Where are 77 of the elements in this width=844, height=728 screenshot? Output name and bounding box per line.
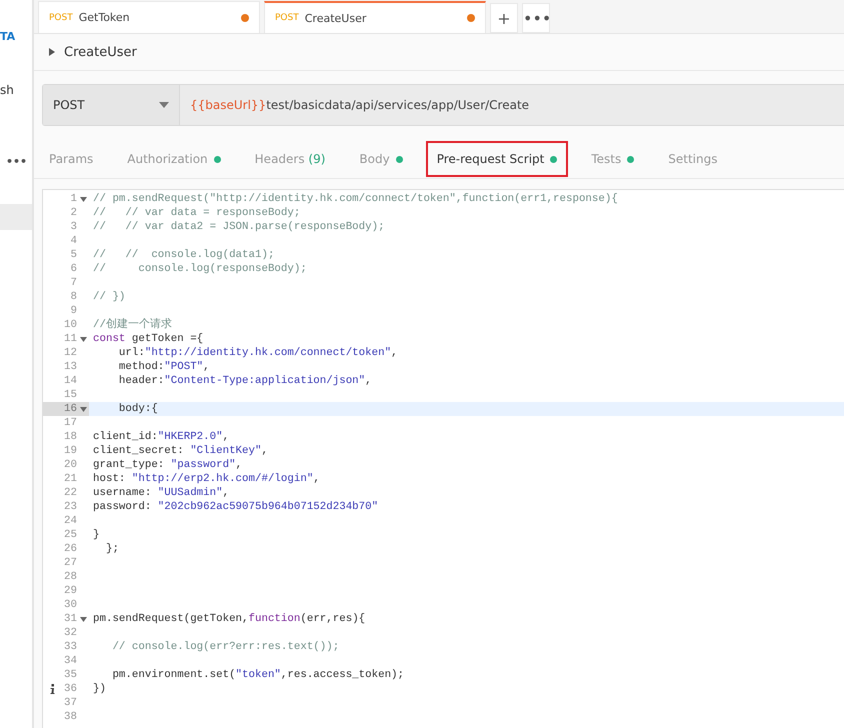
code-line: host: "http://erp2.hk.com/#/login", (93, 473, 320, 485)
line-number: 16 (64, 402, 77, 416)
code-line: }) (93, 683, 106, 695)
section-tab[interactable]: Pre-request Script (426, 141, 568, 177)
code-line: header:"Content-Type:application/json", (118, 375, 372, 387)
fold-icon[interactable] (80, 336, 86, 342)
sidebar-item[interactable]: sh (0, 83, 14, 97)
line-number: 18 (64, 430, 77, 444)
code-line: client_id:"HKERP2.0", (93, 431, 230, 443)
request-tab[interactable]: POST GetToken (38, 1, 260, 33)
line-number: 10 (64, 318, 77, 332)
code-line: grant_type: "password", (93, 459, 242, 471)
code-line: // // var data2 = JSON.parse(responseBody); (93, 221, 385, 233)
line-number: 37 (64, 696, 77, 710)
line-number: 9 (70, 304, 77, 318)
line-number: 32 (64, 626, 77, 640)
code-line: //创建一个请求 (93, 319, 172, 331)
code-line: url:"http://identity.hk.com/connect/token", (118, 347, 398, 359)
code-line: }; (104, 543, 119, 555)
line-number: 29 (64, 584, 77, 598)
code-line: // pm.sendRequest("http://identity.hk.com/connect/token",function(err1,response){ (93, 193, 618, 205)
line-number: 13 (64, 360, 77, 374)
line-number: 34 (64, 654, 77, 668)
code-line: body:{ (118, 403, 158, 415)
line-number: 3 (70, 220, 77, 234)
code-line: password: "202cb962ac59075b964b07152d234b70" (93, 501, 378, 513)
info-icon[interactable] (50, 684, 55, 694)
code-line: // // console.log(data1); (93, 249, 274, 261)
line-number: 31 (64, 612, 77, 626)
code-line: } (93, 529, 100, 541)
line-number: 15 (64, 388, 77, 402)
line-number: 33 (64, 640, 77, 654)
line-number: 26 (64, 542, 77, 556)
fold-icon[interactable] (80, 196, 86, 202)
code-line: const getToken ={ (93, 333, 204, 345)
line-number: 38 (64, 710, 77, 724)
line-number: 21 (64, 472, 77, 486)
line-number: 28 (64, 570, 77, 584)
code-line: // console.log(responseBody); (93, 263, 307, 275)
request-name: CreateUser (64, 44, 137, 60)
line-number: 22 (64, 486, 77, 500)
sidebar-item[interactable]: TA (0, 30, 16, 60)
code-line: client_secret: "ClientKey", (93, 445, 268, 457)
fold-icon[interactable] (80, 616, 86, 622)
line-number: 6 (70, 262, 77, 276)
expand-icon[interactable] (48, 47, 56, 57)
new-tab-button[interactable]: + (490, 3, 518, 33)
line-number: 25 (64, 528, 77, 542)
line-number: 30 (64, 598, 77, 612)
line-number: 5 (70, 248, 77, 262)
line-number: 36 (64, 682, 77, 696)
line-number: 4 (70, 234, 77, 248)
code-line: pm.sendRequest(getToken,function(err,res){ (93, 613, 366, 625)
line-number: 35 (64, 668, 77, 682)
line-number: 11 (64, 332, 77, 346)
code-line: // // var data = responseBody; (93, 207, 300, 219)
code-line: username: "UUSadmin", (93, 487, 230, 499)
more-button[interactable]: ••• (522, 3, 550, 33)
line-number: 1 (70, 192, 77, 206)
line-number: 23 (64, 500, 77, 514)
line-number: 2 (70, 206, 77, 220)
code-line: // }) (93, 291, 126, 303)
line-number: 24 (64, 514, 77, 528)
line-number: 19 (64, 444, 77, 458)
line-number: 8 (70, 290, 77, 304)
line-number: 17 (64, 416, 77, 430)
request-tab[interactable]: POST CreateUser (264, 1, 486, 33)
line-number: 20 (64, 458, 77, 472)
line-number: 27 (64, 556, 77, 570)
line-number: 14 (64, 374, 77, 388)
fold-icon[interactable] (80, 406, 86, 412)
code-line: // console.log(err?err:res.text()); (111, 641, 340, 653)
line-number: 12 (64, 346, 77, 360)
code-line: method:"POST", (118, 361, 210, 373)
more-button[interactable]: ••• (6, 155, 28, 168)
line-number: 7 (70, 276, 77, 290)
code-line: pm.environment.set("token",res.access_token); (111, 669, 404, 681)
